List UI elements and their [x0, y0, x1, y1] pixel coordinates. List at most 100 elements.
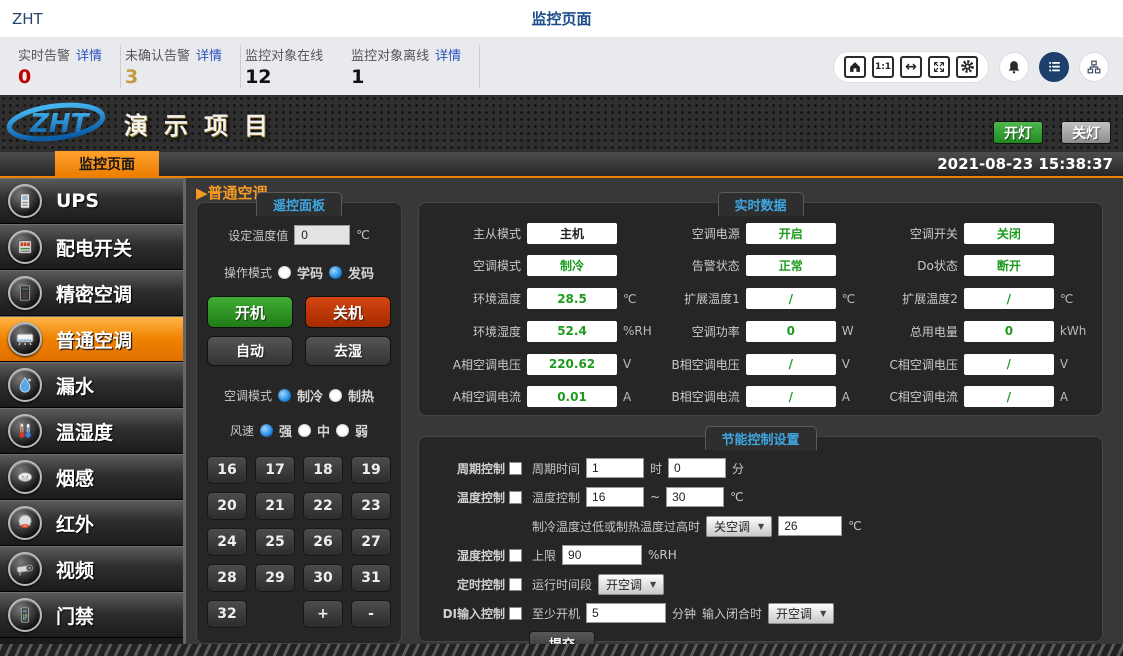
timer-action-value: 开空调 — [606, 576, 642, 593]
numpad-button[interactable]: 21 — [255, 492, 295, 520]
numpad-button[interactable]: 31 — [351, 564, 391, 592]
cycle-hour-input[interactable] — [586, 458, 644, 478]
radio-fan-mid[interactable] — [298, 424, 311, 437]
stat-detail-link[interactable]: 详情 — [196, 45, 222, 64]
radio-heating-label: 制热 — [348, 386, 374, 405]
field-value: 主机 — [527, 223, 617, 244]
stat-item: 监控对象在线 12 — [241, 45, 347, 88]
numpad-button[interactable]: 25 — [255, 528, 295, 556]
field-value: 28.5 — [527, 288, 617, 309]
numpad-button[interactable]: 27 — [351, 528, 391, 556]
numpad-button[interactable]: 24 — [207, 528, 247, 556]
sidebar-item-access-control[interactable]: 门禁 — [0, 592, 183, 638]
radio-send-code[interactable] — [329, 266, 342, 279]
sidebar-item-water-leak[interactable]: 漏水 — [0, 362, 183, 408]
humidity-control-checkbox[interactable] — [509, 549, 522, 562]
numpad-button[interactable]: 32 — [207, 600, 247, 628]
sidebar-item-ordinary-ac[interactable]: 普通空调 — [0, 316, 183, 362]
numpad-button[interactable]: 29 — [255, 564, 295, 592]
field-value: 正常 — [746, 255, 836, 276]
sidebar-item-ups[interactable]: UPS — [0, 178, 183, 224]
min-on-input[interactable] — [586, 603, 666, 623]
sidebar-item-power-switch[interactable]: 配电开关 — [0, 224, 183, 270]
stat-detail-link[interactable]: 详情 — [435, 45, 461, 64]
numpad-button[interactable]: 19 — [351, 456, 391, 484]
realtime-field: 空调开关 关闭 — [870, 221, 1088, 245]
sidebar-item-video[interactable]: 视频 — [0, 546, 183, 592]
numpad-button[interactable]: 17 — [255, 456, 295, 484]
list-icon[interactable] — [1039, 52, 1069, 82]
tab-monitor-page[interactable]: 监控页面 — [55, 151, 159, 177]
numpad-button[interactable]: 22 — [303, 492, 343, 520]
radio-cooling[interactable] — [278, 389, 291, 402]
sidebar-item-label: 精密空调 — [56, 280, 132, 307]
stat-label: 监控对象离线 — [351, 45, 429, 64]
stat-detail-link[interactable]: 详情 — [76, 45, 102, 64]
humidity-limit-input[interactable] — [562, 545, 642, 565]
sitemap-icon[interactable] — [1079, 52, 1109, 82]
di-control-checkbox[interactable] — [509, 607, 522, 620]
timer-control-checkbox[interactable] — [509, 578, 522, 591]
sidebar-item-precision-ac[interactable]: 精密空调 — [0, 270, 183, 316]
radio-fan-low[interactable] — [336, 424, 349, 437]
bell-icon[interactable] — [999, 52, 1029, 82]
thermometer-icon — [8, 414, 42, 448]
numpad-button[interactable]: 18 — [303, 456, 343, 484]
dehumidify-button[interactable]: 去湿 — [305, 336, 391, 366]
power-off-button[interactable]: 关机 — [305, 296, 391, 328]
numpad-button[interactable]: + — [303, 600, 343, 628]
cycle-control-checkbox[interactable] — [509, 462, 522, 475]
submit-button[interactable]: 提交 — [529, 631, 595, 655]
sidebar-item-infrared[interactable]: 红外 — [0, 500, 183, 546]
radio-learn-code[interactable] — [278, 266, 291, 279]
overtemp-action-select[interactable]: 关空调 ▼ — [706, 516, 772, 537]
light-off-button[interactable]: 关灯 — [1061, 121, 1111, 144]
chevron-down-icon: ▼ — [650, 580, 656, 589]
set-temp-input[interactable] — [294, 225, 350, 245]
remote-panel-title: 遥控面板 — [256, 192, 342, 216]
temp-control-checkbox[interactable] — [509, 491, 522, 504]
numpad-button[interactable]: 23 — [351, 492, 391, 520]
field-value: / — [964, 354, 1054, 375]
radio-fan-high[interactable] — [260, 424, 273, 437]
numpad-button[interactable]: 16 — [207, 456, 247, 484]
field-value: 0 — [746, 321, 836, 342]
light-on-button[interactable]: 开灯 — [993, 121, 1043, 144]
content-area: UPS 配电开关 精密空调 普通空调 漏水 — [0, 178, 1123, 656]
field-label: A相空调电流 — [433, 388, 521, 405]
numpad-button[interactable]: 28 — [207, 564, 247, 592]
field-label: 环境湿度 — [433, 323, 521, 340]
temp-range-label: 温度控制 — [532, 489, 580, 506]
temp-min-input[interactable] — [586, 487, 644, 507]
field-value: / — [746, 386, 836, 407]
numpad-button[interactable]: 20 — [207, 492, 247, 520]
temp-max-input[interactable] — [666, 487, 724, 507]
fan-speed-label: 风速 — [230, 422, 254, 439]
home-icon[interactable] — [844, 56, 866, 78]
radio-heating[interactable] — [329, 389, 342, 402]
realtime-field: 扩展温度1 / ℃ — [652, 287, 870, 311]
radio-send-code-label: 发码 — [348, 263, 374, 282]
gear-icon[interactable] — [956, 56, 978, 78]
power-on-button[interactable]: 开机 — [207, 296, 293, 328]
di-action-select[interactable]: 开空调 ▼ — [768, 603, 834, 624]
fit-width-icon[interactable]: ↔ — [900, 56, 922, 78]
brand-text: ZHT — [12, 10, 43, 28]
ac-mode-label: 空调模式 — [224, 387, 272, 404]
numpad-button[interactable]: 26 — [303, 528, 343, 556]
timer-action-select[interactable]: 开空调 ▼ — [598, 574, 664, 595]
cycle-minute-input[interactable] — [668, 458, 726, 478]
one-to-one-icon[interactable]: 1:1 — [872, 56, 894, 78]
numpad-button[interactable]: 30 — [303, 564, 343, 592]
numpad-button[interactable]: - — [351, 600, 391, 628]
field-label: C相空调电流 — [870, 388, 958, 405]
stat-label: 实时告警 — [18, 45, 70, 64]
fullscreen-icon[interactable] — [928, 56, 950, 78]
datetime-display: 2021-08-23 15:38:37 — [937, 155, 1113, 173]
realtime-panel-title: 实时数据 — [717, 192, 803, 216]
sidebar-item-smoke[interactable]: 烟感 — [0, 454, 183, 500]
auto-button[interactable]: 自动 — [207, 336, 293, 366]
project-title: 演示项目 — [124, 106, 284, 141]
sidebar-item-temp-humidity[interactable]: 温湿度 — [0, 408, 183, 454]
overtemp-value-input[interactable] — [778, 516, 842, 536]
